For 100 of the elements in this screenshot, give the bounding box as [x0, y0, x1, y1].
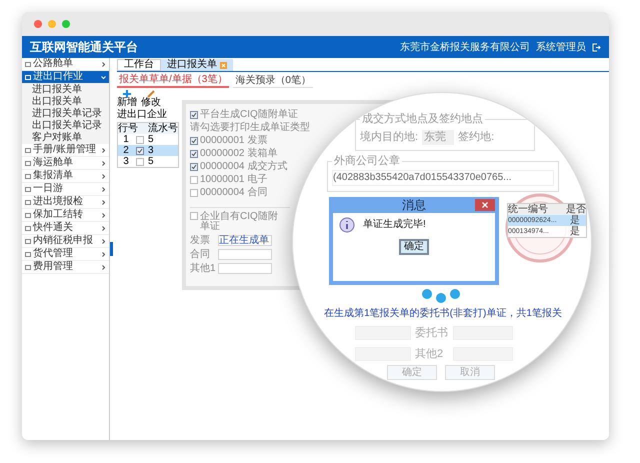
table-cell: 是 [570, 216, 580, 226]
close-icon [482, 202, 488, 208]
checkbox[interactable] [136, 146, 144, 154]
chevron-icon [101, 264, 106, 270]
sidebar-item[interactable]: 货代管理 [22, 248, 109, 261]
sidebar-item[interactable]: 保加工结转 [22, 209, 109, 222]
menu-icon [25, 186, 31, 192]
submenu-item[interactable]: 出口报关单记录 [22, 120, 109, 132]
table-cell: 5 [148, 156, 154, 166]
chevron-icon [101, 252, 106, 256]
column-header: 是否 [566, 204, 586, 214]
table-row[interactable]: 2 3 [118, 145, 178, 156]
menu-icon [25, 225, 31, 231]
checkbox[interactable] [190, 111, 198, 119]
input-field[interactable] [218, 249, 272, 260]
loading-spinner [421, 289, 461, 303]
submenu-item[interactable]: 进口报关单记录 [22, 108, 109, 120]
sidebar-item[interactable]: 海运舱单 [22, 157, 109, 170]
checkbox[interactable] [190, 150, 198, 158]
section-title: 成交方式地点及签约地点 [360, 114, 485, 125]
column-header: 流水号 [148, 124, 178, 134]
table-cell: 5 [148, 134, 154, 144]
checkbox[interactable] [136, 136, 144, 144]
chevron-icon [101, 212, 106, 218]
chevron-icon [101, 200, 106, 204]
page-tab[interactable]: 进口报关单 [161, 59, 233, 71]
field-label: 发票 [190, 236, 211, 246]
types-label: 请勾选要打印生成单证类型 [190, 123, 311, 133]
field-label: 其他1 [190, 264, 214, 274]
field-label: 签约地: [458, 132, 494, 143]
sidebar-item[interactable]: 集报清单 [22, 170, 109, 183]
sidebar-item[interactable]: 进出境报检 [22, 196, 109, 209]
type-label: 00000004 成交方式 [200, 162, 288, 172]
page-tab[interactable]: 工作台 [117, 59, 161, 71]
option-label: 企业自有CIQ随附单证 [200, 212, 279, 232]
table-cell: 3 [148, 146, 154, 156]
dialog-title: 消息 [401, 199, 427, 211]
menu-icon [25, 212, 31, 218]
status-tab[interactable]: 海关预录（0笔） [233, 74, 313, 88]
input-field[interactable] [218, 263, 272, 274]
menu-icon [25, 61, 31, 67]
close-button[interactable] [475, 199, 495, 211]
type-label: 10000001 电子 [200, 175, 268, 185]
sidebar-item[interactable]: 费用管理 [22, 261, 109, 274]
input-field[interactable]: 正在生成单 [218, 235, 272, 246]
checkbox[interactable] [190, 163, 198, 171]
field-label: 合同 [190, 250, 211, 260]
close-icon[interactable] [220, 62, 227, 68]
company-name: 东莞市金桥报关服务有限公司 [400, 40, 530, 54]
option-label: 平台生成CIQ随附单证 [200, 110, 298, 120]
table-row[interactable]: 1 5 [118, 134, 178, 145]
logout-icon[interactable] [592, 42, 601, 52]
message-text: 单证生成完毕! [363, 220, 426, 230]
section-title: 外商公司公章 [332, 156, 402, 167]
status-tab[interactable]: 报关单草单/单据（3笔） [117, 74, 230, 88]
menu-icon [25, 74, 31, 80]
chevron-icon [101, 186, 106, 192]
type-label: 00000001 发票 [200, 136, 268, 146]
collapse-handle[interactable] [110, 242, 113, 256]
chevron-icon [101, 174, 106, 178]
sidebar-item[interactable]: 进出口作业 [22, 71, 109, 84]
ok-button[interactable]: 确定 [399, 239, 429, 255]
menu-icon [25, 264, 31, 270]
submenu-item[interactable]: 进口报关单 [22, 84, 109, 96]
chevron-icon [101, 226, 106, 230]
sidebar-item[interactable]: 快件通关 [22, 222, 109, 235]
field-label: 境内目的地: [360, 132, 418, 143]
chevron-icon [101, 62, 106, 66]
checkbox[interactable] [190, 137, 198, 145]
sidebar-item[interactable]: 手册/账册管理 [22, 144, 109, 157]
toolbar-button[interactable]: 修改 [141, 90, 161, 108]
chevron-icon [101, 160, 106, 166]
toolbar-button[interactable]: 新增 [117, 90, 137, 108]
checkbox[interactable] [190, 176, 198, 184]
field-label: 委托书 [415, 326, 449, 341]
sidebar-item[interactable]: 一日游 [22, 183, 109, 196]
checkbox[interactable] [190, 212, 198, 220]
table-cell-text: 2 [122, 146, 130, 156]
app-title: 互联网智能通关平台 [30, 39, 138, 56]
user-name: 系统管理员 [536, 40, 586, 54]
sidebar-item[interactable]: 内销征税申报 [22, 235, 109, 248]
type-label: 00000002 装箱单 [200, 149, 278, 159]
checkbox[interactable] [136, 158, 144, 166]
menu-icon [25, 147, 31, 153]
column-header: 统一编号 [508, 204, 549, 214]
submenu-item[interactable]: 出口报关单 [22, 96, 109, 108]
submenu-item[interactable]: 客户对账单 [22, 132, 109, 144]
table-cell-text: 3 [122, 156, 130, 166]
menu-icon [25, 251, 31, 257]
chevron-icon [101, 74, 106, 80]
type-label: 00000004 合同 [200, 188, 268, 198]
table-row[interactable]: 3 5 [118, 156, 178, 167]
menu-icon [25, 160, 31, 166]
input-field[interactable]: (402883b355420a7d015543370e0765... [332, 170, 554, 186]
menu-icon [25, 199, 31, 205]
checkbox[interactable] [190, 189, 198, 197]
table-cell: 是 [570, 226, 580, 236]
menu-icon [25, 238, 31, 244]
menu-icon [25, 173, 31, 179]
filter-label: 进出口企业 [117, 110, 167, 120]
